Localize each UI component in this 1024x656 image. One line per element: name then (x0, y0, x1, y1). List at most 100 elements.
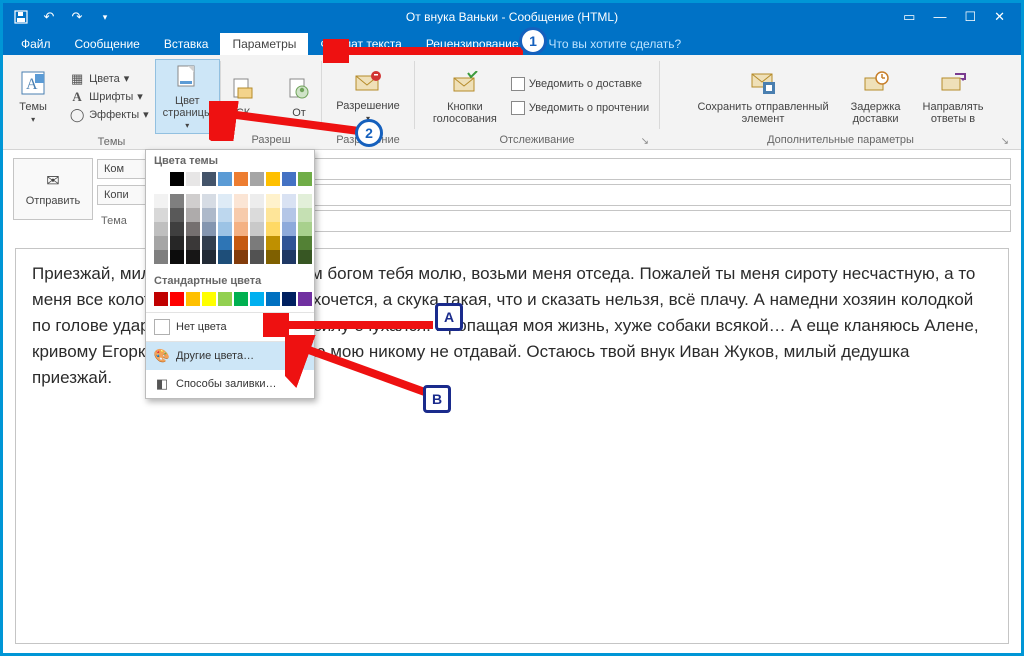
color-swatch[interactable] (170, 194, 184, 208)
color-swatch[interactable] (170, 208, 184, 222)
color-swatch[interactable] (282, 222, 296, 236)
request-delivery-receipt[interactable]: Уведомить о доставке (511, 77, 649, 91)
color-swatch[interactable] (186, 208, 200, 222)
color-swatch[interactable] (298, 208, 312, 222)
color-swatch[interactable] (170, 236, 184, 250)
color-swatch[interactable] (266, 292, 280, 306)
color-swatch[interactable] (234, 250, 248, 264)
request-read-receipt[interactable]: Уведомить о прочтении (511, 101, 649, 115)
save-icon[interactable] (13, 9, 29, 25)
color-swatch[interactable] (154, 222, 168, 236)
undo-icon[interactable]: ↶ (41, 9, 57, 25)
tab-options[interactable]: Параметры (220, 33, 308, 55)
color-swatch[interactable] (250, 208, 264, 222)
color-swatch[interactable] (250, 250, 264, 264)
color-swatch[interactable] (186, 292, 200, 306)
color-swatch[interactable] (170, 250, 184, 264)
color-swatch[interactable] (266, 194, 280, 208)
ribbon: A Темы▾ ▦Цвета▾ AШрифты▾ ◯Эффекты▾ Цвет … (3, 55, 1021, 150)
color-swatch[interactable] (282, 194, 296, 208)
color-swatch[interactable] (202, 194, 216, 208)
color-swatch[interactable] (170, 172, 184, 186)
color-swatch[interactable] (218, 236, 232, 250)
color-swatch[interactable] (202, 222, 216, 236)
color-swatch[interactable] (218, 172, 232, 186)
color-swatch[interactable] (298, 222, 312, 236)
dialog-launcher-icon[interactable]: ↘ (641, 136, 649, 147)
annotation-arrow-b (285, 335, 445, 405)
color-swatch[interactable] (218, 222, 232, 236)
delay-delivery-button[interactable]: Задержка доставки (843, 65, 909, 127)
dialog-launcher-icon[interactable]: ↘ (1001, 136, 1009, 147)
color-swatch[interactable] (266, 236, 280, 250)
color-swatch[interactable] (170, 222, 184, 236)
color-swatch[interactable] (186, 250, 200, 264)
color-swatch[interactable] (234, 222, 248, 236)
tab-insert[interactable]: Вставка (152, 33, 221, 55)
tab-tell-me[interactable]: Что вы хотите сделать? (531, 33, 694, 55)
fonts-icon: A (69, 89, 85, 105)
color-swatch[interactable] (234, 292, 248, 306)
color-swatch[interactable] (250, 172, 264, 186)
color-swatch[interactable] (186, 194, 200, 208)
color-swatch[interactable] (186, 172, 200, 186)
color-swatch[interactable] (250, 222, 264, 236)
colors-button[interactable]: ▦Цвета▾ (69, 71, 149, 87)
maximize-icon[interactable]: ☐ (964, 9, 976, 25)
color-swatch[interactable] (282, 236, 296, 250)
color-swatch[interactable] (154, 292, 168, 306)
color-swatch[interactable] (266, 222, 280, 236)
page-color-icon (171, 61, 203, 93)
color-swatch[interactable] (154, 236, 168, 250)
color-swatch[interactable] (282, 172, 296, 186)
color-swatch[interactable] (266, 250, 280, 264)
color-swatch[interactable] (202, 250, 216, 264)
color-swatch[interactable] (218, 194, 232, 208)
tab-file[interactable]: Файл (9, 33, 63, 55)
effects-button[interactable]: ◯Эффекты▾ (69, 107, 149, 123)
minimize-icon[interactable]: ― (933, 9, 946, 25)
color-swatch[interactable] (298, 172, 312, 186)
color-swatch[interactable] (282, 292, 296, 306)
themes-button[interactable]: A Темы▾ (3, 65, 63, 128)
color-swatch[interactable] (250, 236, 264, 250)
color-swatch[interactable] (298, 250, 312, 264)
color-swatch[interactable] (234, 208, 248, 222)
color-swatch[interactable] (218, 250, 232, 264)
color-swatch[interactable] (282, 208, 296, 222)
color-swatch[interactable] (298, 236, 312, 250)
color-swatch[interactable] (202, 172, 216, 186)
color-swatch[interactable] (202, 292, 216, 306)
send-button[interactable]: ✉ Отправить (13, 158, 93, 220)
color-swatch[interactable] (186, 222, 200, 236)
save-sent-item-button[interactable]: Сохранить отправленный элемент (689, 65, 836, 127)
color-swatch[interactable] (186, 236, 200, 250)
color-swatch[interactable] (154, 172, 168, 186)
color-swatch[interactable] (234, 194, 248, 208)
color-swatch[interactable] (250, 194, 264, 208)
color-swatch[interactable] (282, 250, 296, 264)
qat-dropdown-icon[interactable]: ▾ (97, 9, 113, 25)
color-swatch[interactable] (202, 208, 216, 222)
color-swatch[interactable] (154, 208, 168, 222)
voting-buttons[interactable]: Кнопки голосования (425, 65, 505, 127)
fonts-button[interactable]: AШрифты▾ (69, 89, 149, 105)
ribbon-options-icon[interactable]: ▭ (903, 9, 915, 25)
tab-message[interactable]: Сообщение (63, 33, 152, 55)
color-swatch[interactable] (234, 172, 248, 186)
color-swatch[interactable] (250, 292, 264, 306)
color-swatch[interactable] (154, 250, 168, 264)
color-swatch[interactable] (202, 236, 216, 250)
direct-replies-button[interactable]: Направлять ответы в (915, 65, 992, 127)
color-swatch[interactable] (298, 194, 312, 208)
color-swatch[interactable] (154, 194, 168, 208)
color-swatch[interactable] (234, 236, 248, 250)
color-swatch[interactable] (218, 292, 232, 306)
close-icon[interactable]: ✕ (994, 9, 1005, 25)
color-swatch[interactable] (218, 208, 232, 222)
redo-icon[interactable]: ↷ (69, 9, 85, 25)
color-swatch[interactable] (170, 292, 184, 306)
color-swatch[interactable] (266, 172, 280, 186)
color-swatch[interactable] (298, 292, 312, 306)
color-swatch[interactable] (266, 208, 280, 222)
